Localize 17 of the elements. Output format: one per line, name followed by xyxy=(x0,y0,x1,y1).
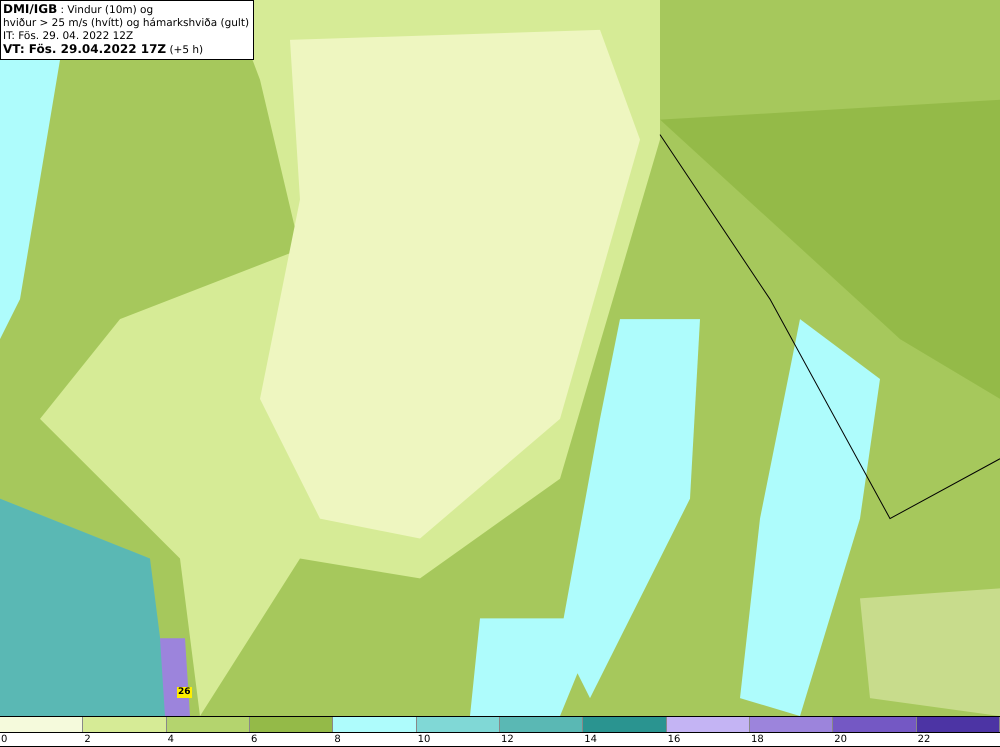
legend-tick-label: 2 xyxy=(83,733,92,746)
title-line: IT: Fös. 29. 04. 2022 12Z xyxy=(3,30,134,43)
legend-tick-label: 22 xyxy=(916,733,932,746)
title-line: DMI/IGB : Vindur (10m) og xyxy=(3,3,154,17)
legend-tick-label: 0 xyxy=(0,733,8,746)
legend-tick-label: 14 xyxy=(583,733,598,746)
legend-tick-label: 18 xyxy=(750,733,765,746)
legend-tick-label: 20 xyxy=(833,733,848,746)
legend-tick-label: 10 xyxy=(416,733,432,746)
title-line: VT: Fös. 29.04.2022 17Z (+5 h) xyxy=(3,43,204,57)
legend-tick-label: 8 xyxy=(333,733,342,746)
legend-tick-label: 4 xyxy=(166,733,176,746)
legend-tick-label: 6 xyxy=(250,733,258,746)
legend-tick-label: 12 xyxy=(500,733,515,746)
title-line: hviður > 25 m/s (hvítt) og hámarkshviða (gult) xyxy=(3,17,250,30)
gust-label: 26 xyxy=(177,687,192,698)
legend-tick-label: 16 xyxy=(666,733,682,746)
